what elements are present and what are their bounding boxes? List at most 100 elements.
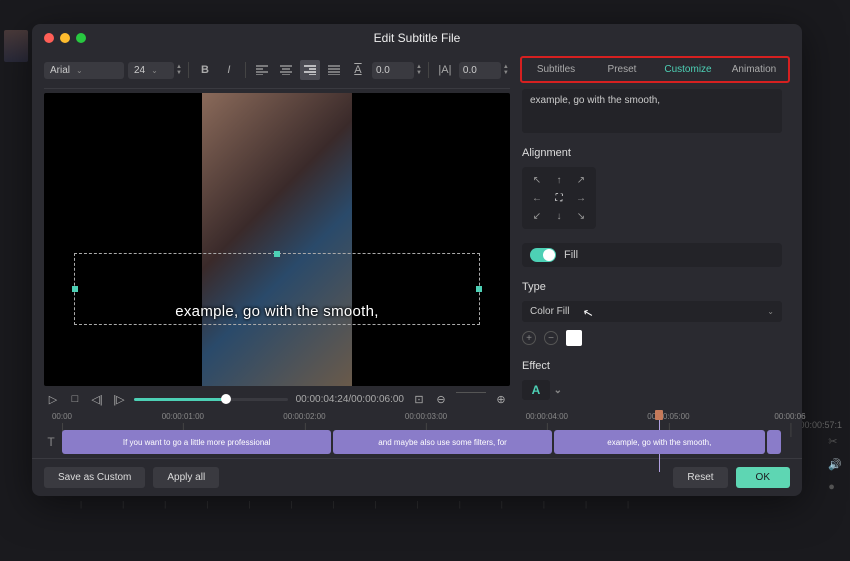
font-value: Arial — [50, 65, 70, 76]
subtitle-clip[interactable] — [767, 430, 782, 454]
effect-select[interactable]: A — [522, 380, 550, 400]
subtitle-clip[interactable]: and maybe also use some filters, for — [333, 430, 551, 454]
effect-label: Effect — [522, 360, 782, 372]
window-title: Edit Subtitle File — [32, 31, 802, 45]
chevron-down-icon: ⌄ — [76, 66, 83, 75]
subtitle-timeline: 00:00 00:00:01:00 00:00:02:00 00:00:03:0… — [32, 412, 802, 458]
bg-thumbnail — [4, 30, 28, 62]
crop-button[interactable]: ⊡ — [412, 392, 426, 406]
separator — [188, 62, 189, 78]
track-clips[interactable]: If you want to go a little more professi… — [62, 430, 790, 454]
timeline-ruler[interactable]: 00:00 00:00:01:00 00:00:02:00 00:00:03:0… — [62, 412, 790, 426]
clip-text: example, go with the smooth, — [607, 438, 711, 447]
progress-fill — [134, 398, 226, 401]
color-swatch[interactable] — [566, 330, 582, 346]
letter-spacing-input[interactable] — [372, 62, 414, 79]
playhead-handle[interactable] — [655, 410, 663, 420]
separator — [245, 62, 246, 78]
font-size-stepper[interactable]: ▲▼ — [176, 65, 182, 76]
zoom-out-button[interactable]: ⊖ — [434, 392, 448, 406]
align-left-button[interactable] — [252, 60, 272, 80]
clip-text: and maybe also use some filters, for — [378, 438, 507, 447]
titlebar: Edit Subtitle File — [32, 24, 802, 52]
subtitle-text: example, go with the smooth, — [175, 303, 379, 320]
playback-bar: ▷ □ ◁| |▷ 00:00:04:24/00:00:06:00 ⊡ ⊖ ⊕ — [44, 386, 510, 412]
ok-button[interactable]: OK — [736, 467, 790, 488]
time-display: 00:00:04:24/00:00:06:00 — [296, 394, 404, 405]
fill-toggle-row: Fill — [522, 243, 782, 267]
text-track-icon: T — [44, 435, 58, 449]
align-top-center[interactable]: ↑ — [550, 173, 568, 187]
tab-subtitles[interactable]: Subtitles — [524, 60, 588, 79]
customize-panel: example, go with the smooth, Alignment ↖… — [520, 83, 790, 412]
align-bottom-center[interactable]: ↓ — [550, 209, 568, 223]
subtitle-track: T If you want to go a little more profes… — [44, 430, 790, 454]
ruler-mark: 00:00:04:00 — [526, 412, 568, 421]
subtitle-clip[interactable]: example, go with the smooth, — [554, 430, 765, 454]
bg-timeline: |||||||||||||| — [0, 500, 850, 560]
add-color-button[interactable]: + — [522, 331, 536, 345]
next-frame-button[interactable]: |▷ — [112, 392, 126, 406]
font-select[interactable]: Arial ⌄ — [44, 62, 124, 79]
letter-spacing-stepper[interactable]: ▲▼ — [416, 65, 422, 76]
stop-button[interactable]: □ — [68, 392, 82, 406]
progress-bar[interactable] — [134, 398, 288, 401]
align-top-right[interactable]: ↗ — [572, 173, 590, 187]
separator — [428, 62, 429, 78]
clip-text: If you want to go a little more professi… — [123, 438, 271, 447]
align-center-button[interactable] — [276, 60, 296, 80]
align-middle-left[interactable]: ← — [528, 191, 546, 205]
ruler-mark: 00:00 — [52, 412, 72, 421]
type-label: Type — [522, 281, 782, 293]
tabs-bar: Subtitles Preset Customize Animation — [520, 56, 790, 83]
bg-time-display: 00:00:57:1 — [799, 420, 842, 430]
ruler-mark: 00:00:02:00 — [283, 412, 325, 421]
prev-frame-button[interactable]: ◁| — [90, 392, 104, 406]
line-height-input[interactable] — [459, 62, 501, 79]
align-bottom-left[interactable]: ↙ — [528, 209, 546, 223]
fill-type-select[interactable]: Color Fill ⌄ — [522, 301, 782, 322]
chevron-down-icon: ⌄ — [767, 307, 774, 316]
ruler-mark: 00:00:03:00 — [405, 412, 447, 421]
subtitle-clip[interactable]: If you want to go a little more professi… — [62, 430, 331, 454]
tab-customize[interactable]: Customize — [656, 60, 720, 79]
zoom-in-button[interactable]: ⊕ — [494, 392, 508, 406]
align-middle-right[interactable]: → — [572, 191, 590, 205]
save-as-custom-button[interactable]: Save as Custom — [44, 467, 145, 488]
align-justify-button[interactable] — [324, 60, 344, 80]
subtitle-bounding-box[interactable]: example, go with the smooth, — [74, 253, 480, 325]
tab-preset[interactable]: Preset — [590, 60, 654, 79]
line-height-stepper[interactable]: ▲▼ — [503, 65, 509, 76]
tab-animation[interactable]: Animation — [722, 60, 786, 79]
line-height-icon[interactable]: |A| — [435, 60, 455, 80]
align-top-left[interactable]: ↖ — [528, 173, 546, 187]
resize-handle-left[interactable] — [72, 286, 78, 292]
bold-button[interactable]: B — [195, 60, 215, 80]
align-bottom-right[interactable]: ↘ — [572, 209, 590, 223]
resize-handle-right[interactable] — [476, 286, 482, 292]
alignment-grid: ↖ ↑ ↗ ← ⛶ → ↙ ↓ ↘ — [522, 167, 596, 229]
play-button[interactable]: ▷ — [46, 392, 60, 406]
align-middle-center[interactable]: ⛶ — [550, 191, 568, 205]
resize-handle-top[interactable] — [274, 251, 280, 257]
fill-toggle[interactable] — [530, 248, 556, 262]
text-format-toolbar: Arial ⌄ 24 ⌄ ▲▼ B I — [44, 56, 510, 89]
italic-button[interactable]: I — [219, 60, 239, 80]
font-size-select[interactable]: 24 ⌄ — [128, 62, 174, 79]
fill-label: Fill — [564, 249, 578, 261]
reset-button[interactable]: Reset — [673, 467, 727, 488]
apply-all-button[interactable]: Apply all — [153, 467, 219, 488]
footer: Save as Custom Apply all Reset OK — [32, 458, 802, 496]
zoom-slider[interactable] — [456, 392, 486, 406]
align-right-button[interactable] — [300, 60, 320, 80]
subtitle-text-input[interactable]: example, go with the smooth, — [522, 89, 782, 133]
effect-symbol: A — [532, 383, 541, 397]
toggle-knob — [543, 249, 555, 261]
edit-subtitle-modal: Edit Subtitle File Arial ⌄ 24 ⌄ ▲▼ B I — [32, 24, 802, 496]
ruler-mark: 00:00:06 — [774, 412, 805, 421]
remove-color-button[interactable]: − — [544, 331, 558, 345]
video-preview[interactable]: example, go with the smooth, — [44, 93, 510, 386]
text-letter-button[interactable]: A — [348, 60, 368, 80]
color-controls: + − — [522, 330, 782, 346]
progress-handle[interactable] — [221, 394, 231, 404]
